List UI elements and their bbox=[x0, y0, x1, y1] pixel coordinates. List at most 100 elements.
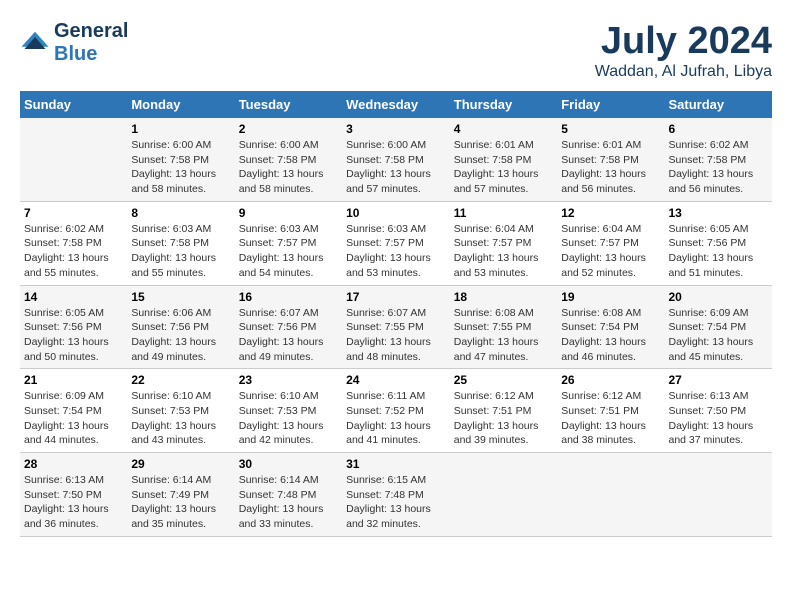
day-number: 18 bbox=[454, 290, 553, 304]
day-number: 16 bbox=[239, 290, 338, 304]
day-info: Sunrise: 6:10 AMSunset: 7:53 PMDaylight:… bbox=[239, 389, 338, 448]
day-number: 6 bbox=[669, 122, 769, 136]
day-number: 3 bbox=[346, 122, 446, 136]
day-info: Sunrise: 6:03 AMSunset: 7:57 PMDaylight:… bbox=[346, 222, 446, 281]
day-info: Sunrise: 6:05 AMSunset: 7:56 PMDaylight:… bbox=[24, 306, 123, 365]
day-number: 30 bbox=[239, 457, 338, 471]
day-cell bbox=[450, 453, 557, 537]
header-wednesday: Wednesday bbox=[342, 91, 450, 118]
day-info: Sunrise: 6:00 AMSunset: 7:58 PMDaylight:… bbox=[131, 138, 230, 197]
day-info: Sunrise: 6:14 AMSunset: 7:48 PMDaylight:… bbox=[239, 473, 338, 532]
day-number: 19 bbox=[561, 290, 660, 304]
day-info: Sunrise: 6:02 AMSunset: 7:58 PMDaylight:… bbox=[24, 222, 123, 281]
day-number: 31 bbox=[346, 457, 446, 471]
day-number: 9 bbox=[239, 206, 338, 220]
day-info: Sunrise: 6:07 AMSunset: 7:56 PMDaylight:… bbox=[239, 306, 338, 365]
day-info: Sunrise: 6:03 AMSunset: 7:58 PMDaylight:… bbox=[131, 222, 230, 281]
logo-icon bbox=[20, 28, 50, 58]
day-number: 4 bbox=[454, 122, 553, 136]
day-info: Sunrise: 6:08 AMSunset: 7:54 PMDaylight:… bbox=[561, 306, 660, 365]
day-number: 7 bbox=[24, 206, 123, 220]
main-title: July 2024 bbox=[595, 20, 772, 63]
day-cell: 26 Sunrise: 6:12 AMSunset: 7:51 PMDayligh… bbox=[557, 369, 664, 453]
week-row-2: 14Sunrise: 6:05 AMSunset: 7:56 PMDayligh… bbox=[20, 285, 772, 369]
day-info: Sunrise: 6:15 AMSunset: 7:48 PMDaylight:… bbox=[346, 473, 446, 532]
day-cell: 1 Sunrise: 6:00 AMSunset: 7:58 PMDaylight… bbox=[127, 118, 234, 201]
day-info: Sunrise: 6:01 AMSunset: 7:58 PMDaylight:… bbox=[454, 138, 553, 197]
day-number: 29 bbox=[131, 457, 230, 471]
day-cell: 9 Sunrise: 6:03 AMSunset: 7:57 PMDaylight… bbox=[235, 201, 342, 285]
day-number: 20 bbox=[669, 290, 769, 304]
day-cell bbox=[665, 453, 773, 537]
day-cell: 12 Sunrise: 6:04 AMSunset: 7:57 PMDayligh… bbox=[557, 201, 664, 285]
header-friday: Friday bbox=[557, 91, 664, 118]
day-info: Sunrise: 6:03 AMSunset: 7:57 PMDaylight:… bbox=[239, 222, 338, 281]
day-number: 23 bbox=[239, 373, 338, 387]
day-number: 22 bbox=[131, 373, 230, 387]
day-info: Sunrise: 6:05 AMSunset: 7:56 PMDaylight:… bbox=[669, 222, 769, 281]
week-row-0: 1 Sunrise: 6:00 AMSunset: 7:58 PMDaylight… bbox=[20, 118, 772, 201]
day-number: 27 bbox=[669, 373, 769, 387]
day-cell: 16 Sunrise: 6:07 AMSunset: 7:56 PMDayligh… bbox=[235, 285, 342, 369]
day-cell: 14Sunrise: 6:05 AMSunset: 7:56 PMDayligh… bbox=[20, 285, 127, 369]
day-number: 24 bbox=[346, 373, 446, 387]
day-cell: 30 Sunrise: 6:14 AMSunset: 7:48 PMDayligh… bbox=[235, 453, 342, 537]
day-number: 8 bbox=[131, 206, 230, 220]
day-number: 2 bbox=[239, 122, 338, 136]
day-cell: 29 Sunrise: 6:14 AMSunset: 7:49 PMDayligh… bbox=[127, 453, 234, 537]
day-number: 25 bbox=[454, 373, 553, 387]
title-section: July 2024 Waddan, Al Jufrah, Libya bbox=[595, 20, 772, 81]
day-cell: 13 Sunrise: 6:05 AMSunset: 7:56 PMDayligh… bbox=[665, 201, 773, 285]
day-cell: 10Sunrise: 6:03 AMSunset: 7:57 PMDayligh… bbox=[342, 201, 450, 285]
day-cell: 18 Sunrise: 6:08 AMSunset: 7:55 PMDayligh… bbox=[450, 285, 557, 369]
day-number: 1 bbox=[131, 122, 230, 136]
day-cell: 31 Sunrise: 6:15 AMSunset: 7:48 PMDayligh… bbox=[342, 453, 450, 537]
day-cell: 19 Sunrise: 6:08 AMSunset: 7:54 PMDayligh… bbox=[557, 285, 664, 369]
day-info: Sunrise: 6:10 AMSunset: 7:53 PMDaylight:… bbox=[131, 389, 230, 448]
day-info: Sunrise: 6:00 AMSunset: 7:58 PMDaylight:… bbox=[239, 138, 338, 197]
day-cell bbox=[557, 453, 664, 537]
header-tuesday: Tuesday bbox=[235, 91, 342, 118]
day-info: Sunrise: 6:13 AMSunset: 7:50 PMDaylight:… bbox=[669, 389, 769, 448]
week-row-4: 28Sunrise: 6:13 AMSunset: 7:50 PMDayligh… bbox=[20, 453, 772, 537]
day-number: 17 bbox=[346, 290, 446, 304]
day-info: Sunrise: 6:09 AMSunset: 7:54 PMDaylight:… bbox=[669, 306, 769, 365]
week-row-1: 7 Sunrise: 6:02 AMSunset: 7:58 PMDaylight… bbox=[20, 201, 772, 285]
day-info: Sunrise: 6:00 AMSunset: 7:58 PMDaylight:… bbox=[346, 138, 446, 197]
calendar-table: SundayMondayTuesdayWednesdayThursdayFrid… bbox=[20, 91, 772, 537]
day-info: Sunrise: 6:02 AMSunset: 7:58 PMDaylight:… bbox=[669, 138, 769, 197]
week-row-3: 21Sunrise: 6:09 AMSunset: 7:54 PMDayligh… bbox=[20, 369, 772, 453]
day-info: Sunrise: 6:11 AMSunset: 7:52 PMDaylight:… bbox=[346, 389, 446, 448]
day-cell: 24 Sunrise: 6:11 AMSunset: 7:52 PMDayligh… bbox=[342, 369, 450, 453]
day-cell: 20 Sunrise: 6:09 AMSunset: 7:54 PMDayligh… bbox=[665, 285, 773, 369]
day-cell: 6 Sunrise: 6:02 AMSunset: 7:58 PMDaylight… bbox=[665, 118, 773, 201]
day-cell: 8 Sunrise: 6:03 AMSunset: 7:58 PMDaylight… bbox=[127, 201, 234, 285]
subtitle: Waddan, Al Jufrah, Libya bbox=[595, 63, 772, 81]
day-number: 26 bbox=[561, 373, 660, 387]
day-cell bbox=[20, 118, 127, 201]
logo: General Blue bbox=[20, 20, 128, 66]
day-cell: 11Sunrise: 6:04 AMSunset: 7:57 PMDayligh… bbox=[450, 201, 557, 285]
day-number: 21 bbox=[24, 373, 123, 387]
day-info: Sunrise: 6:01 AMSunset: 7:58 PMDaylight:… bbox=[561, 138, 660, 197]
header: General Blue July 2024 Waddan, Al Jufrah… bbox=[20, 20, 772, 81]
day-cell: 15 Sunrise: 6:06 AMSunset: 7:56 PMDayligh… bbox=[127, 285, 234, 369]
day-info: Sunrise: 6:12 AMSunset: 7:51 PMDaylight:… bbox=[561, 389, 660, 448]
day-cell: 5Sunrise: 6:01 AMSunset: 7:58 PMDaylight… bbox=[557, 118, 664, 201]
logo-text: General Blue bbox=[54, 20, 128, 66]
day-info: Sunrise: 6:07 AMSunset: 7:55 PMDaylight:… bbox=[346, 306, 446, 365]
day-info: Sunrise: 6:04 AMSunset: 7:57 PMDaylight:… bbox=[561, 222, 660, 281]
day-cell: 2 Sunrise: 6:00 AMSunset: 7:58 PMDaylight… bbox=[235, 118, 342, 201]
day-cell: 23 Sunrise: 6:10 AMSunset: 7:53 PMDayligh… bbox=[235, 369, 342, 453]
day-info: Sunrise: 6:08 AMSunset: 7:55 PMDaylight:… bbox=[454, 306, 553, 365]
header-thursday: Thursday bbox=[450, 91, 557, 118]
day-cell: 27 Sunrise: 6:13 AMSunset: 7:50 PMDayligh… bbox=[665, 369, 773, 453]
day-number: 12 bbox=[561, 206, 660, 220]
day-cell: 4 Sunrise: 6:01 AMSunset: 7:58 PMDaylight… bbox=[450, 118, 557, 201]
day-cell: 22 Sunrise: 6:10 AMSunset: 7:53 PMDayligh… bbox=[127, 369, 234, 453]
day-info: Sunrise: 6:13 AMSunset: 7:50 PMDaylight:… bbox=[24, 473, 123, 532]
day-number: 15 bbox=[131, 290, 230, 304]
day-number: 13 bbox=[669, 206, 769, 220]
day-info: Sunrise: 6:14 AMSunset: 7:49 PMDaylight:… bbox=[131, 473, 230, 532]
day-info: Sunrise: 6:06 AMSunset: 7:56 PMDaylight:… bbox=[131, 306, 230, 365]
